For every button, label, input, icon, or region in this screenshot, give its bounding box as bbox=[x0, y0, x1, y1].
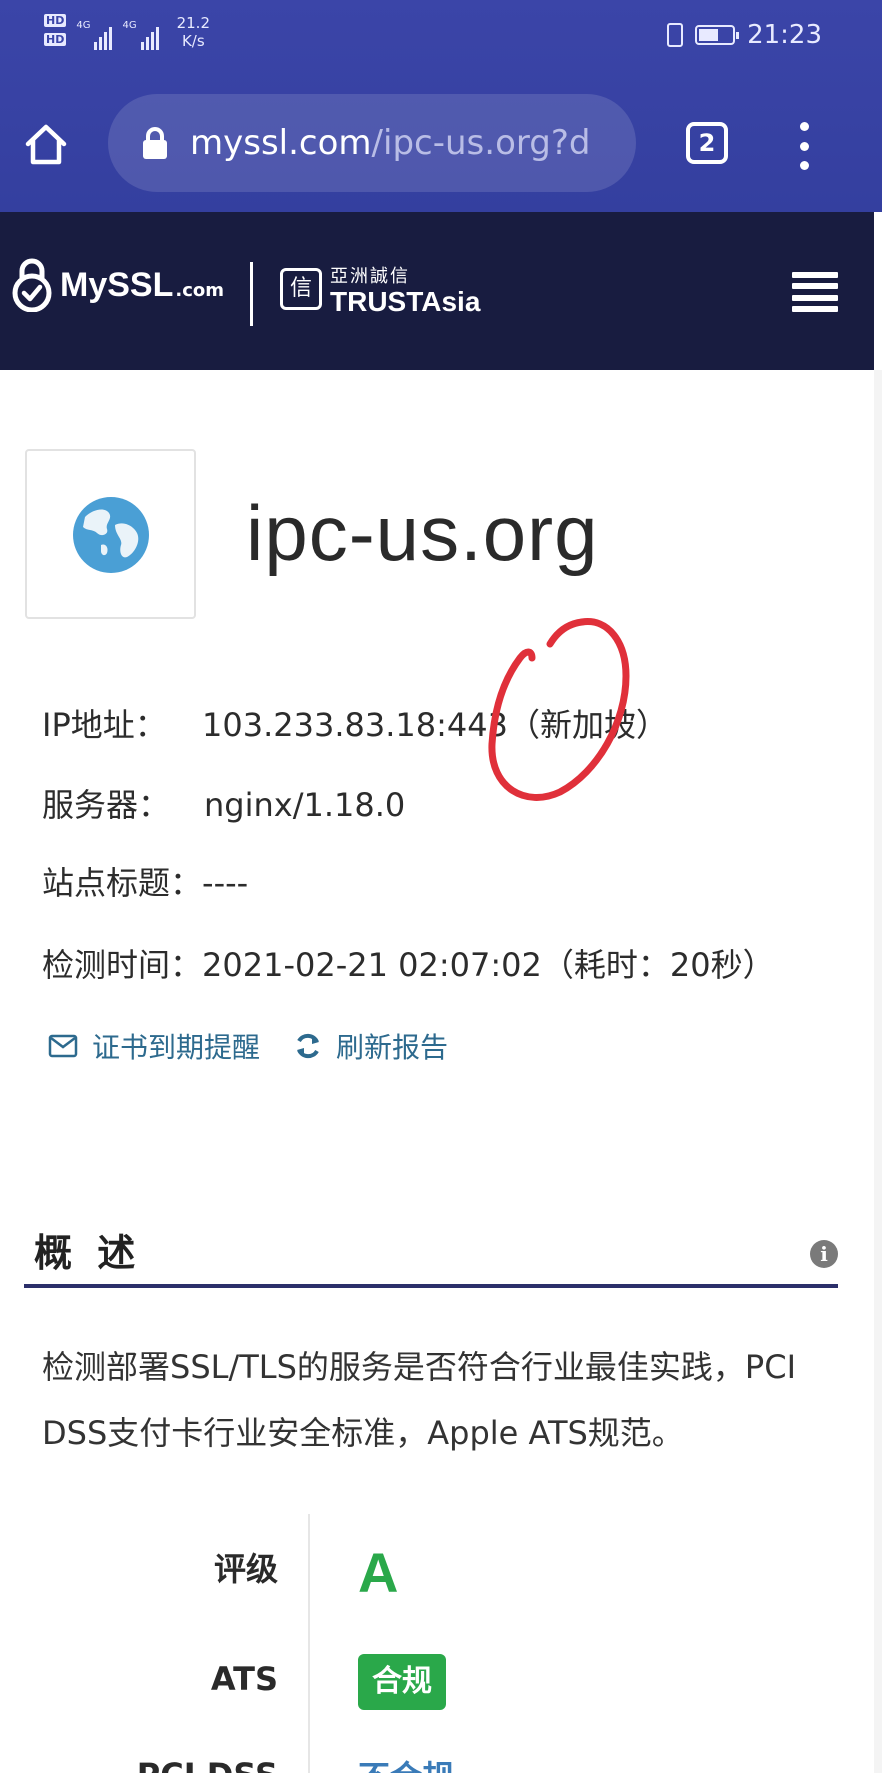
status-right: 21:23 bbox=[667, 20, 822, 50]
expiry-reminder-label: 证书到期提醒 bbox=[92, 1031, 261, 1064]
ats-status-badge: 合规 bbox=[358, 1654, 446, 1710]
site-title-value: ---- bbox=[202, 864, 249, 902]
pci-dss-label: PCI DSS bbox=[137, 1756, 278, 1773]
site-header: MySSL .com 信 亞洲誠信 TRUSTAsia bbox=[0, 212, 874, 370]
red-circle-annotation bbox=[488, 618, 630, 801]
myssl-logo-suffix: .com bbox=[175, 279, 224, 301]
trustasia-cn-text: 亞洲誠信 bbox=[330, 266, 410, 287]
site-title-row: 站点标题：---- bbox=[42, 858, 248, 904]
page-edge bbox=[874, 370, 882, 1773]
scan-time-label: 检测时间： bbox=[42, 946, 203, 984]
speed-unit: K/s bbox=[181, 32, 205, 50]
scan-time-value: 2021-02-21 02:07:02（耗时：20秒） bbox=[202, 946, 775, 984]
tabs-icon[interactable]: 2 bbox=[686, 122, 728, 164]
status-bar: HD HD 4G 4G 21.2 K/s 21:23 bbox=[0, 0, 882, 72]
site-domain-title: ipc-us.org bbox=[246, 489, 599, 577]
network-speed: 21.2 K/s bbox=[177, 14, 210, 50]
myssl-lock-logo bbox=[12, 258, 52, 312]
grade-column-divider bbox=[308, 1514, 310, 1773]
scan-time-row: 检测时间：2021-02-21 02:07:02（耗时：20秒） bbox=[42, 940, 775, 986]
server-label: 服务器： bbox=[42, 786, 171, 824]
hd-indicators: HD HD bbox=[44, 14, 67, 46]
info-icon[interactable]: i bbox=[810, 1240, 838, 1268]
rating-value: A bbox=[358, 1541, 399, 1604]
url-domain: myssl.com bbox=[190, 123, 372, 163]
trustasia-mark: 信 bbox=[280, 268, 322, 310]
hd-badge-1: HD bbox=[44, 14, 67, 27]
refresh-report-label: 刷新报告 bbox=[336, 1031, 449, 1064]
globe-icon bbox=[73, 497, 149, 573]
signal-icon: 4G bbox=[76, 20, 113, 50]
browser-toolbar: myssl.com/ipc-us.org?d 2 bbox=[0, 92, 882, 196]
header-divider bbox=[250, 262, 253, 326]
menu-icon[interactable] bbox=[792, 272, 838, 312]
myssl-logo-text: MySSL bbox=[60, 265, 174, 304]
ip-label: IP地址： bbox=[42, 706, 167, 744]
trustasia-logo[interactable]: 信 亞洲誠信 TRUSTAsia bbox=[280, 262, 480, 316]
trustasia-en-text: TRUSTAsia bbox=[330, 286, 481, 317]
sim1-label: 4G bbox=[76, 20, 91, 31]
refresh-report-link[interactable]: 刷新报告 bbox=[294, 1026, 448, 1066]
url-path: /ipc-us.org?d bbox=[371, 123, 591, 163]
lock-icon bbox=[143, 127, 167, 159]
expiry-reminder-link[interactable]: 证书到期提醒 bbox=[48, 1026, 260, 1066]
status-time: 21:23 bbox=[747, 20, 822, 50]
sim2-label: 4G bbox=[122, 20, 137, 31]
mail-icon bbox=[48, 1034, 78, 1058]
myssl-logo[interactable]: MySSL .com bbox=[12, 258, 224, 312]
site-title-label: 站点标题： bbox=[42, 864, 203, 902]
speed-value: 21.2 bbox=[176, 14, 210, 32]
ats-label: ATS bbox=[210, 1660, 278, 1698]
more-vert-icon[interactable] bbox=[796, 122, 812, 170]
hd-badge-2: HD bbox=[44, 33, 67, 46]
address-bar[interactable]: myssl.com/ipc-us.org?d bbox=[108, 94, 636, 192]
battery-icon bbox=[695, 25, 740, 45]
home-icon[interactable] bbox=[22, 120, 70, 168]
refresh-icon bbox=[297, 1033, 320, 1059]
browser-chrome: HD HD 4G 4G 21.2 K/s 21:23 myssl.com /ip… bbox=[0, 0, 882, 212]
vibrate-icon bbox=[667, 23, 684, 47]
rating-label: 评级 bbox=[213, 1550, 278, 1588]
overview-description: 检测部署SSL/TLS的服务是否符合行业最佳实践，PCI DSS支付卡行业安全标… bbox=[42, 1348, 797, 1452]
server-value: nginx/1.18.0 bbox=[204, 786, 406, 824]
signal-icon: 4G bbox=[122, 20, 159, 50]
site-favicon-card bbox=[25, 449, 196, 619]
pci-dss-value: 不合规 bbox=[358, 1752, 454, 1773]
status-left: HD HD 4G 4G 21.2 K/s bbox=[44, 14, 210, 50]
report-actions: 证书到期提醒 刷新报告 bbox=[48, 1026, 482, 1066]
server-row: 服务器： nginx/1.18.0 bbox=[42, 780, 405, 826]
overview-title: 概 述 bbox=[34, 1231, 142, 1275]
section-divider bbox=[24, 1284, 838, 1288]
